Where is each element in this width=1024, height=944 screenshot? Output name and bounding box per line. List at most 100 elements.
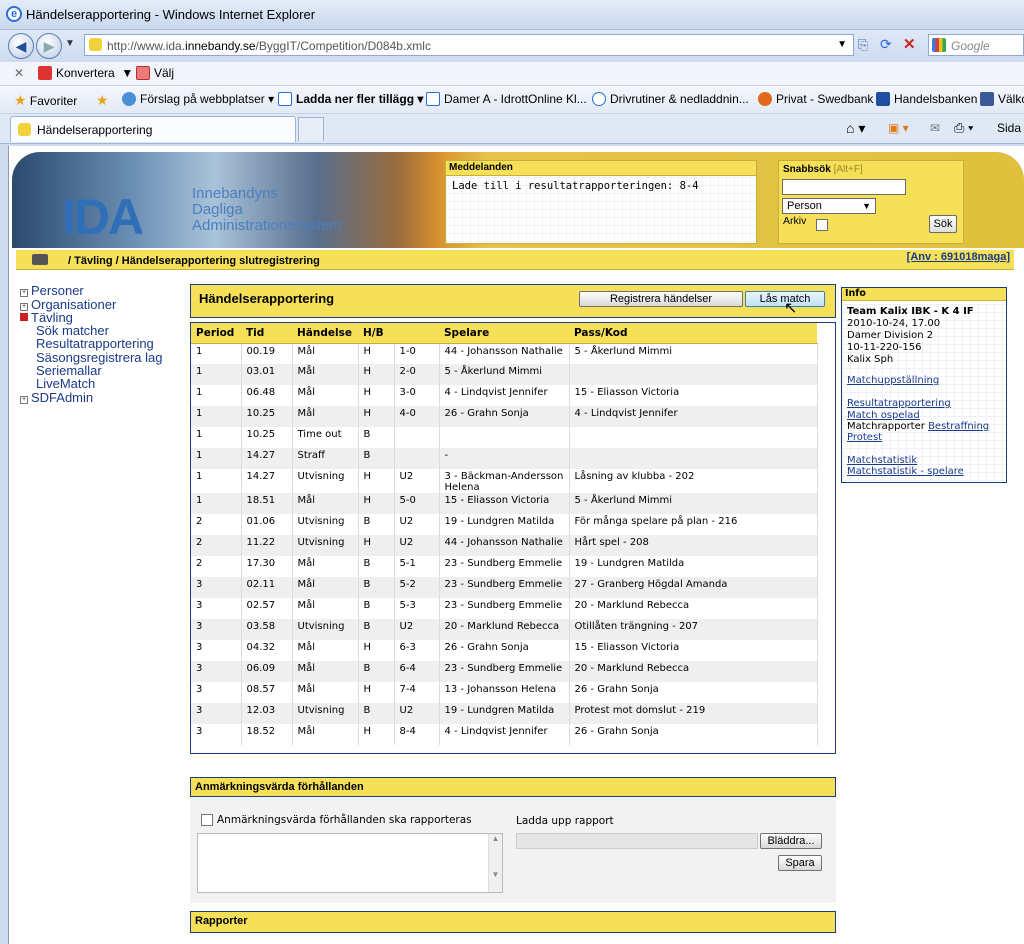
table-cell: 2-0 [394, 364, 440, 385]
conditions-textarea[interactable]: ▲ ▼ [197, 833, 503, 893]
link-resultatrapportering[interactable]: Resultatrapportering [847, 398, 951, 409]
conditions-checkbox[interactable] [201, 814, 213, 826]
tab-handelserapportering[interactable]: Händelserapportering [10, 116, 296, 142]
link-bestraffning[interactable]: Bestraffning [928, 421, 989, 432]
textarea-scrollbar[interactable]: ▲ ▼ [488, 834, 502, 892]
quicksearch-input[interactable] [782, 179, 906, 195]
table-cell: 20 - Marklund Rebecca [439, 619, 570, 640]
event-report-header: Händelserapportering Registrera händelse… [190, 284, 836, 318]
table-cell: Mål [292, 577, 359, 598]
compat-view-icon[interactable]: ⎘ [858, 37, 868, 53]
table-cell: Otillåten trängning - 207 [569, 619, 818, 640]
fav-item-1[interactable]: Ladda ner fler tillägg ▾ [278, 92, 423, 106]
mail-icon[interactable]: ✉ [930, 121, 940, 135]
sidebar-item-livematch[interactable]: LiveMatch [36, 376, 95, 391]
print-icon[interactable]: ⎙ ▾ [954, 120, 973, 136]
table-cell: 03.01 [241, 364, 293, 385]
table-cell: Mål [292, 598, 359, 619]
fav-item-6[interactable]: Välko [980, 92, 1024, 106]
table-row: 1 14.27 Utvisning H U2 3 - Bäckman-Andersson … [191, 469, 818, 493]
table-row: 2 17.30 Mål B 5-1 23 - Sundberg Emmelie 19 - L… [191, 556, 818, 577]
mouse-cursor-icon: ↖ [784, 300, 798, 317]
link-protest[interactable]: Protest [847, 432, 882, 443]
table-cell: H [358, 364, 395, 385]
table-cell: 1 [191, 427, 242, 448]
conditions-body: Anmärkningsvärda förhållanden ska rappor… [190, 797, 836, 903]
table-cell: 18.51 [241, 493, 293, 514]
table-cell: 26 - Grahn Sonja [439, 406, 570, 427]
close-toolbar-icon[interactable]: ✕ [14, 66, 24, 80]
table-cell: 2 [191, 556, 242, 577]
table-cell: 5-3 [394, 598, 440, 619]
conditions-title: Anmärkningsvärda förhållanden [195, 781, 364, 793]
table-cell: B [358, 703, 395, 724]
page-title: Händelserapportering [199, 291, 335, 306]
link-matchstatistik-spelare[interactable]: Matchstatistik - spelare [847, 466, 964, 477]
table-cell: Mål [292, 343, 359, 364]
table-cell: 11.22 [241, 535, 293, 556]
history-dropdown-icon[interactable]: ▼ [65, 38, 75, 49]
archive-checkbox[interactable] [816, 219, 828, 231]
register-events-button[interactable]: Registrera händelser [579, 291, 743, 307]
table-cell: Mål [292, 493, 359, 514]
printer-icon[interactable] [32, 254, 48, 265]
stop-icon[interactable]: ✕ [903, 35, 916, 53]
convert-menu[interactable]: Konvertera ▼ [38, 66, 133, 80]
table-cell: 3 [191, 703, 242, 724]
table-row: 3 04.32 Mål H 6-3 26 - Grahn Sonja 15 - Eliass… [191, 640, 818, 661]
table-cell: 4 - Lindqvist Jennifer [439, 385, 570, 406]
table-cell: Utvisning [292, 469, 359, 493]
table-cell: 2 [191, 514, 242, 535]
address-bar[interactable]: http://www.ida.innebandy.se/ByggIT/Compe… [84, 34, 854, 56]
reports-title: Rapporter [195, 915, 248, 927]
table-cell: 3 [191, 682, 242, 703]
table-cell: Utvisning [292, 619, 359, 640]
forward-button[interactable]: ▶ [36, 33, 62, 59]
select-menu[interactable]: Välj [136, 66, 174, 80]
table-row: 3 08.57 Mål H 7-4 13 - Johansson Helena 26 - G… [191, 682, 818, 703]
fav-item-0[interactable]: Förslag på webbplatser ▾ [122, 92, 274, 106]
back-button[interactable]: ◀ [8, 33, 34, 59]
message-text: Lade till i resultatrapporteringen: 8-4 [452, 180, 699, 192]
link-matchuppstallning[interactable]: Matchuppställning [847, 375, 939, 386]
col-spelare: Spelare [439, 323, 569, 344]
link-matchstatistik[interactable]: Matchstatistik [847, 455, 917, 466]
new-tab-button[interactable] [298, 117, 324, 141]
address-dropdown-icon[interactable]: ▼ [837, 39, 847, 50]
table-cell: B [358, 661, 395, 682]
col-score [394, 323, 439, 344]
info-datetime: 2010-10-24, 17.00 [847, 318, 941, 329]
page-menu[interactable]: Sida [997, 121, 1021, 135]
sidebar-item-personer[interactable]: + Personer [20, 283, 84, 298]
quicksearch-button[interactable]: Sök [929, 215, 957, 233]
table-cell: 02.11 [241, 577, 293, 598]
table-cell: Låsning av klubba - 202 [569, 469, 818, 493]
fav-item-5[interactable]: Handelsbanken [876, 92, 977, 106]
sidebar-item-sdfadmin[interactable]: + SDFAdmin [20, 390, 93, 405]
quicksearch-type-select[interactable]: Person ▼ [782, 198, 876, 214]
link-match-ospelad[interactable]: Match ospelad [847, 410, 920, 421]
table-cell: 15 - Eliasson Victoria [569, 385, 818, 406]
info-team: Team Kalix IBK - K 4 IF [847, 306, 974, 317]
add-favorite-icon[interactable]: ★ [96, 92, 109, 109]
feeds-icon[interactable]: ▣ ▾ [888, 121, 909, 135]
table-cell: För många spelare på plan - 216 [569, 514, 818, 535]
favorites-button[interactable]: ★ Favoriter [14, 92, 77, 109]
sidebar-item-resultatrapportering[interactable]: Resultatrapportering [36, 336, 154, 351]
browse-button[interactable]: Bläddra... [760, 833, 822, 849]
fav-item-3[interactable]: Drivrutiner & nedladdnin... [592, 92, 749, 106]
table-cell: U2 [394, 514, 440, 535]
table-cell: 06.48 [241, 385, 293, 406]
fav-item-2[interactable]: Damer A - IdrottOnline Kl... [426, 92, 587, 106]
col-pass-kod: Pass/Kod [569, 323, 817, 344]
table-cell: 3 - Bäckman-Andersson Helena [439, 469, 570, 493]
table-cell: 10.25 [241, 427, 293, 448]
fav-item-4[interactable]: Privat - Swedbank [758, 92, 873, 106]
refresh-icon[interactable]: ⟳ [880, 36, 892, 53]
save-button[interactable]: Spara [778, 855, 822, 871]
home-icon[interactable]: ⌂ ▾ [846, 120, 865, 137]
table-cell: 20 - Marklund Rebecca [569, 598, 818, 619]
user-link[interactable]: [Anv : 691018maga] [907, 251, 1010, 263]
upload-file-input[interactable] [516, 833, 758, 849]
browser-search-input[interactable]: Google [928, 34, 1024, 56]
